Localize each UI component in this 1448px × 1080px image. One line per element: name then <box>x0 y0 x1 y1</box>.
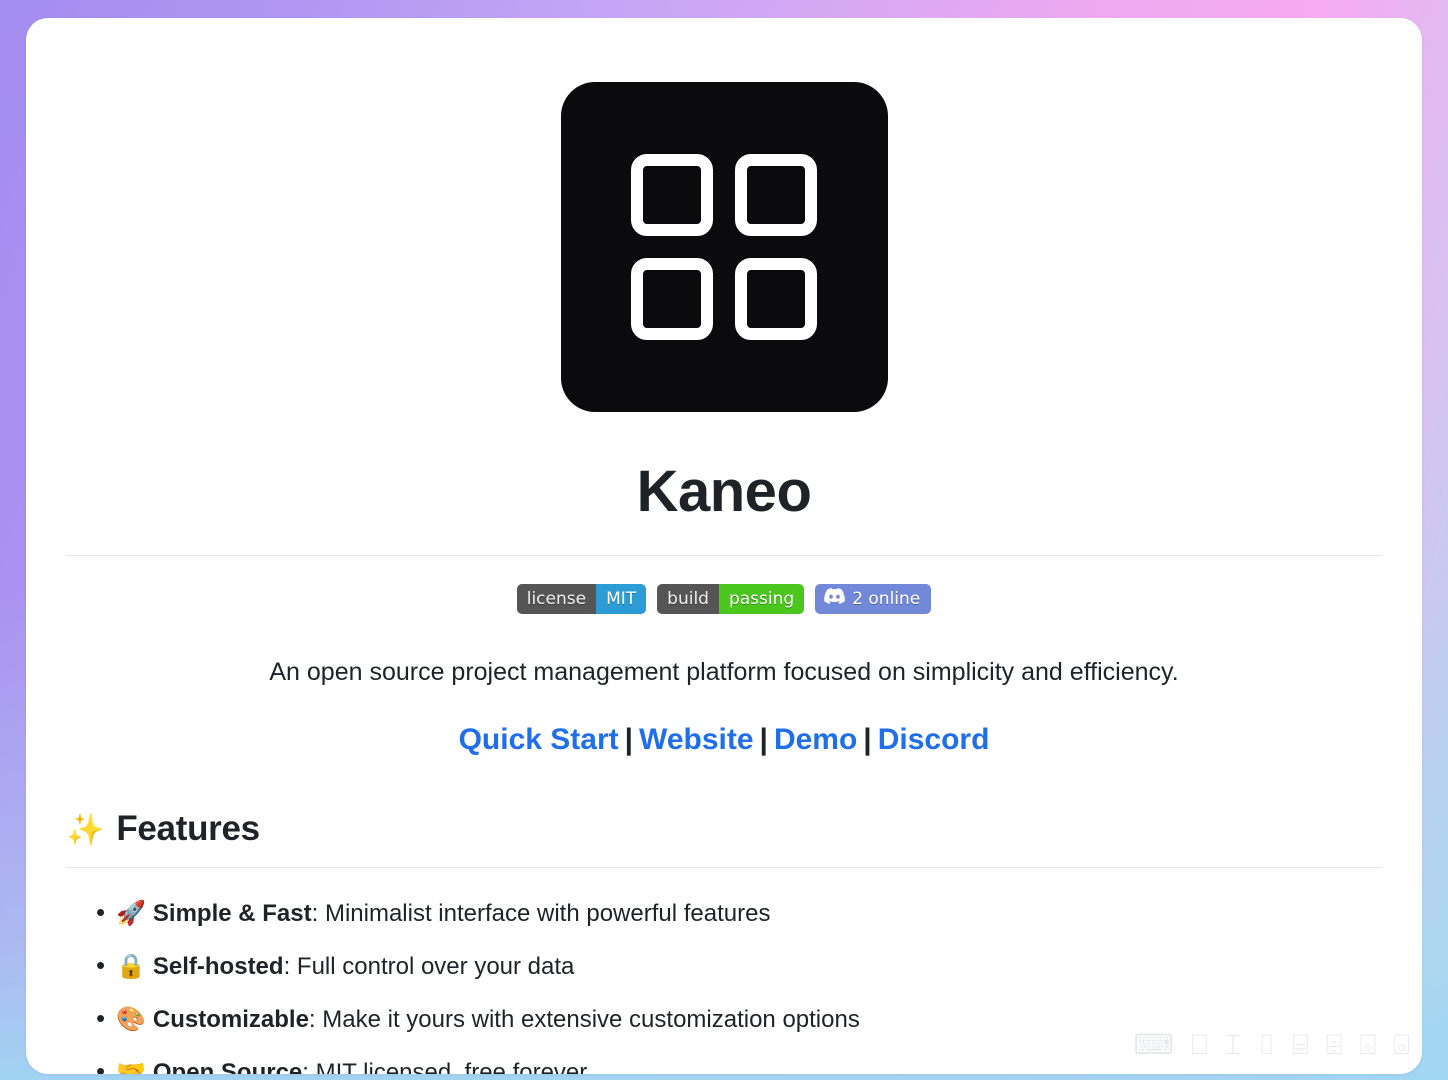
logo-grid <box>631 154 817 340</box>
title-divider <box>66 555 1382 556</box>
link-quick-start[interactable]: Quick Start <box>459 723 619 756</box>
link-website[interactable]: Website <box>639 723 753 756</box>
features-heading-label: Features <box>116 809 260 848</box>
build-badge-value: passing <box>718 584 805 614</box>
readme-card: Kaneo license MIT build passing 2 online <box>26 18 1422 1074</box>
readme-content: Kaneo license MIT build passing 2 online <box>26 18 1422 1074</box>
link-separator-3: | <box>863 723 872 756</box>
feature-term: Self-hosted <box>152 953 284 980</box>
license-badge-label: license <box>516 584 597 614</box>
feature-description: Make it yours with extensive customizati… <box>315 1006 860 1033</box>
build-badge-label: build <box>657 584 719 614</box>
feature-term: Simple & Fast <box>152 900 312 927</box>
logo-square-bottom-left <box>631 258 713 340</box>
link-discord[interactable]: Discord <box>878 723 990 756</box>
logo-container <box>66 62 1382 412</box>
logo-square-top-right <box>735 154 817 236</box>
license-badge-value: MIT <box>596 584 647 614</box>
list-item: 🔒Self-hosted: Full control over your dat… <box>66 949 1382 982</box>
lock-icon: 🔒 <box>116 952 146 980</box>
build-badge[interactable]: build passing <box>657 584 805 614</box>
project-description: An open source project management platfo… <box>269 658 1179 686</box>
feature-term: Open Source <box>152 1059 303 1074</box>
rocket-icon: 🚀 <box>116 899 146 927</box>
feature-description: Full control over your data <box>290 953 575 980</box>
features-heading: ✨ Features <box>66 809 1382 849</box>
feature-term: Customizable <box>152 1006 309 1033</box>
page-title: Kaneo <box>636 459 812 524</box>
discord-badge[interactable]: 2 online <box>815 584 932 614</box>
link-separator-2: | <box>759 723 768 756</box>
feature-colon: : <box>308 1006 316 1033</box>
features-list: 🚀Simple & Fast: Minimalist interface wit… <box>66 896 1382 1074</box>
handshake-icon: 🤝 <box>116 1058 146 1074</box>
quick-links-row: Quick Start | Website | Demo | Discord <box>66 723 1382 757</box>
link-separator-1: | <box>624 723 634 756</box>
list-item: 🚀Simple & Fast: Minimalist interface wit… <box>66 896 1382 929</box>
sparkles-icon: ✨ <box>66 811 105 848</box>
discord-icon <box>824 584 845 614</box>
list-item: 🎨Customizable: Make it yours with extens… <box>66 1002 1382 1035</box>
feature-colon: : <box>302 1059 309 1074</box>
palette-icon: 🎨 <box>116 1005 146 1033</box>
feature-description: MIT licensed, free forever <box>308 1059 588 1074</box>
logo-square-top-left <box>631 154 713 236</box>
license-badge[interactable]: license MIT <box>516 584 647 614</box>
discord-badge-label: 2 online <box>852 589 921 609</box>
features-divider <box>66 867 1382 868</box>
kaneo-logo-icon <box>560 82 888 412</box>
feature-description: Minimalist interface with powerful featu… <box>318 900 771 927</box>
link-demo[interactable]: Demo <box>774 723 857 756</box>
list-item: 🤝 Open Source: MIT licensed, free forever <box>66 1055 1382 1074</box>
logo-square-bottom-right <box>735 258 817 340</box>
badge-row: license MIT build passing 2 online <box>66 584 1382 614</box>
